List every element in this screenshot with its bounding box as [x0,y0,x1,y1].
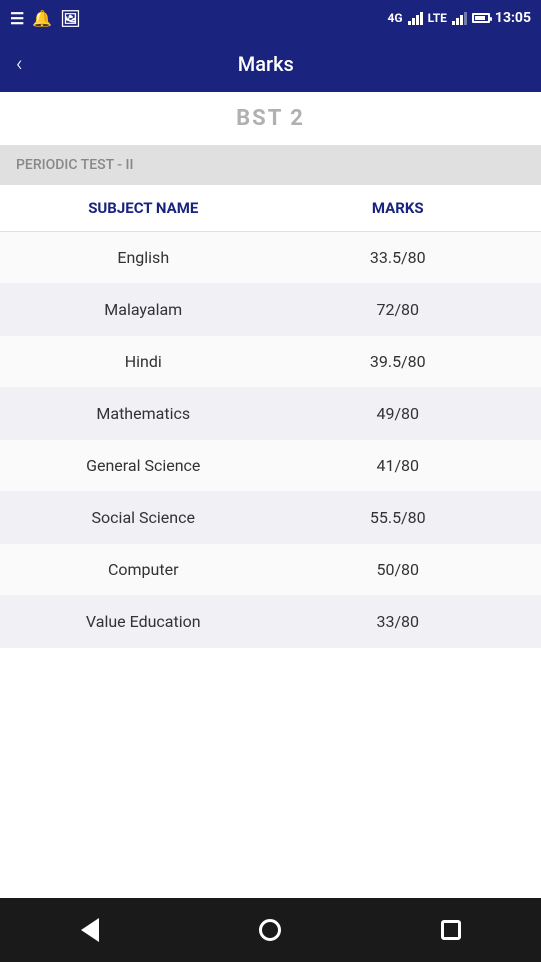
marks-cell: 33.5/80 [271,248,526,267]
table-row: General Science41/80 [0,440,541,492]
subject-column-header: SUBJECT NAME [16,199,271,217]
marks-cell: 41/80 [271,456,526,475]
home-nav-icon [259,919,281,941]
table-row: Value Education33/80 [0,596,541,648]
subject-cell: Value Education [16,612,271,631]
menu-icon: ☰ [10,9,24,28]
status-bar: ☰ 🔔 🖼 4G LTE 13:05 [0,0,541,36]
marks-table: SUBJECT NAME MARKS English33.5/80Malayal… [0,185,541,898]
subject-cell: Computer [16,560,271,579]
recents-nav-icon [441,920,461,940]
marks-cell: 50/80 [271,560,526,579]
table-row: English33.5/80 [0,232,541,284]
marks-cell: 39.5/80 [271,352,526,371]
subject-cell: General Science [16,456,271,475]
class-label-text: BST 2 [236,106,305,131]
table-row: Mathematics49/80 [0,388,541,440]
marks-cell: 49/80 [271,404,526,423]
photo-icon: 🖼 [60,9,80,28]
subject-cell: Malayalam [16,300,271,319]
page-title: Marks [43,52,489,76]
class-label-section: BST 2 [0,92,541,145]
subject-cell: Hindi [16,352,271,371]
nav-back-button[interactable] [65,905,115,955]
nav-home-button[interactable] [245,905,295,955]
section-header-text: PERIODIC TEST - II [16,157,133,173]
signal-bars-2 [452,11,467,25]
back-nav-icon [81,918,99,942]
notification-icon: 🔔 [32,9,52,28]
subject-cell: English [16,248,271,267]
table-body: English33.5/80Malayalam72/80Hindi39.5/80… [0,232,541,648]
signal-bars [408,11,423,25]
table-row: Hindi39.5/80 [0,336,541,388]
status-icons-left: ☰ 🔔 🖼 [10,9,81,28]
nav-recents-button[interactable] [426,905,476,955]
table-row: Malayalam72/80 [0,284,541,336]
network-label: 4G [387,11,402,25]
table-row: Computer50/80 [0,544,541,596]
table-header-row: SUBJECT NAME MARKS [0,185,541,232]
subject-cell: Social Science [16,508,271,527]
marks-cell: 55.5/80 [271,508,526,527]
back-button[interactable]: ‹ [16,52,23,77]
status-icons-right: 4G LTE 13:05 [387,10,531,26]
header: ‹ Marks [0,36,541,92]
time-label: 13:05 [495,10,531,26]
bottom-nav [0,898,541,962]
battery-icon [472,13,490,23]
marks-cell: 33/80 [271,612,526,631]
table-row: Social Science55.5/80 [0,492,541,544]
section-header: PERIODIC TEST - II [0,145,541,185]
marks-column-header: MARKS [271,199,526,217]
lte-label: LTE [428,11,447,25]
subject-cell: Mathematics [16,404,271,423]
marks-cell: 72/80 [271,300,526,319]
